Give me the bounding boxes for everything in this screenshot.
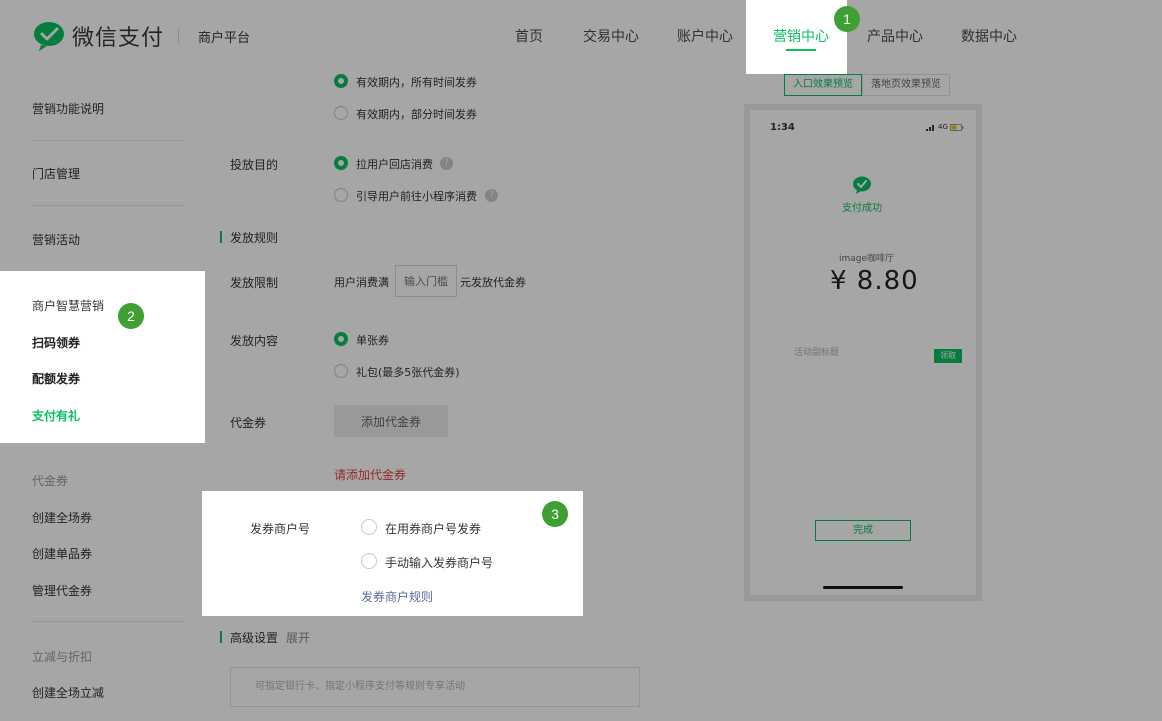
- dim-overlay: [205, 271, 1162, 443]
- dim-overlay: [0, 443, 1162, 491]
- radio-issuer-in-use-label: 在用券商户号发券: [385, 522, 482, 536]
- step-badge-1: 1: [834, 6, 860, 32]
- dim-overlay: [0, 0, 1162, 70]
- dim-overlay: [0, 74, 1162, 271]
- sidebar-item-pay-gift[interactable]: 支付有礼: [32, 407, 80, 424]
- sidebar-item-quota-issue[interactable]: 配额发券: [32, 370, 80, 387]
- sidebar-item-scan-coupon[interactable]: 扫码领券: [32, 334, 80, 351]
- dim-overlay: [0, 616, 1162, 721]
- radio-issuer-manual-label: 手动输入发券商户号: [385, 556, 494, 570]
- issuer-label: 发券商户号: [250, 522, 311, 536]
- nav-marketing-center[interactable]: 营销中心: [773, 26, 829, 46]
- step-badge-2: 2: [118, 303, 144, 329]
- radio-issuer-manual[interactable]: [361, 553, 377, 569]
- radio-issuer-in-use[interactable]: [361, 519, 377, 535]
- issuer-rules-link[interactable]: 发券商户规则: [361, 588, 433, 605]
- dim-overlay: [583, 491, 1162, 616]
- step-badge-3: 3: [542, 501, 568, 527]
- dim-overlay: [0, 491, 202, 616]
- sidebar-group-smart-marketing: 商户智慧营销: [32, 299, 105, 313]
- nav-active-underline: [786, 49, 816, 51]
